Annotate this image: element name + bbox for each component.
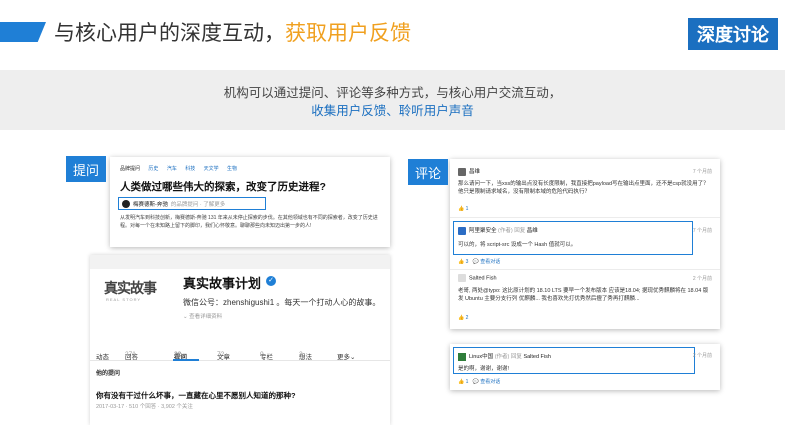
- category-item[interactable]: 天文学: [204, 166, 219, 172]
- comment-tag: 评论: [408, 159, 448, 185]
- section-badge: 深度讨论: [688, 18, 778, 50]
- tab-count: 72: [217, 351, 225, 358]
- like-icon: 👍: [458, 206, 465, 212]
- reply-time: 2 个月前: [692, 353, 712, 359]
- profile-question-meta: 2017-03-17 · 510 个回答 · 3,902 个关注: [96, 404, 193, 410]
- like-icon[interactable]: 👍: [458, 379, 464, 385]
- like-count: 1: [465, 379, 469, 385]
- comment-user: Salted Fish: [458, 274, 497, 282]
- category-list: 品牌提问 历史 汽车 科技 天文学 生物: [120, 165, 244, 172]
- user-role: (作者): [494, 354, 510, 360]
- category-item[interactable]: 历史: [148, 166, 158, 172]
- view-conversation-link[interactable]: 查看对话: [480, 379, 500, 385]
- user-name[interactable]: 阿里聚安全: [469, 228, 497, 234]
- profile-desc: 微信公号：zhenshigushi1 。每天一个打动人心的故事。: [183, 298, 381, 307]
- user-role: (作者): [498, 228, 513, 234]
- user-avatar[interactable]: [458, 167, 466, 176]
- category-item[interactable]: 生物: [227, 166, 237, 172]
- like-count: 3: [465, 259, 469, 265]
- question-body: 从发明汽车到科技创新，梅赛德斯-奔驰 131 年来从未停止探索的步伐。在其他领域…: [120, 215, 378, 229]
- reply-word: 回复: [514, 228, 526, 234]
- tab-count: 0: [260, 351, 264, 358]
- reply-user: Linux中国 (作者) 回复 Salted Fish: [458, 352, 551, 361]
- page-title-main: 与核心用户的深度互动，: [54, 21, 285, 45]
- user-name[interactable]: Salted Fish: [469, 275, 497, 281]
- author-avatar[interactable]: [122, 200, 130, 208]
- active-tab-indicator: [173, 359, 199, 361]
- reply-actions: 👍 1 💬 查看对话: [458, 378, 500, 385]
- profile-name: 真实故事计划: [183, 276, 262, 291]
- intro-line-1: 机构可以通过提问、评论等多种方式，与核心用户交流互动，: [223, 85, 562, 100]
- user-avatar[interactable]: [458, 352, 466, 361]
- profile-logo: 真实故事: [104, 281, 157, 297]
- tab-count: 271: [125, 351, 136, 358]
- author-name[interactable]: 梅赛德斯-奔驰: [133, 202, 168, 208]
- comment-user: 昌维: [458, 167, 480, 176]
- category-item[interactable]: 品牌提问: [120, 166, 140, 172]
- reply-word: 回复: [510, 354, 522, 360]
- like-count: 2: [465, 315, 469, 321]
- intro-line-2: 收集用户反馈、聆听用户声音: [311, 103, 474, 118]
- section-title: 他的提问: [96, 371, 121, 377]
- tab-count: 2: [299, 351, 303, 358]
- intro-banner: 机构可以通过提问、评论等多种方式，与核心用户交流互动， 收集用户反馈、聆听用户声…: [0, 70, 785, 130]
- question-title[interactable]: 人类做过哪些伟大的探索，改变了历史进程?: [120, 179, 326, 194]
- user-avatar[interactable]: [458, 274, 466, 282]
- category-item[interactable]: 汽车: [167, 166, 177, 172]
- author-line: 梅赛德斯-奔驰 的品牌提问 · 了解更多: [133, 200, 225, 208]
- profile-question-title[interactable]: 你有没有干过什么坏事，一直藏在心里不愿别人知道的那种?: [96, 390, 296, 401]
- divider: [450, 269, 720, 270]
- profile-more-link[interactable]: ⌄ 查看详细资料: [183, 312, 222, 320]
- view-conversation-link[interactable]: 查看对话: [480, 259, 500, 265]
- tab-count: 22: [174, 351, 182, 358]
- comment-actions: 👍 3 💬 查看对话: [458, 258, 500, 265]
- profile-card: 真实故事 REAL STORY 真实故事计划 ✓ 微信公号：zhenshigus…: [90, 255, 390, 425]
- comment-card: 昌维 7 个月前 那么请问一下，当xss的输出点没有长度限制，我直接把paylo…: [450, 159, 720, 329]
- reply-to[interactable]: 昌维: [527, 228, 538, 234]
- comment-user: 阿里聚安全 (作者) 回复 昌维: [458, 226, 538, 235]
- comment-text: 那么请问一下，当xss的输出点没有长度限制，我直接把payload写在输出点里面…: [458, 181, 709, 195]
- comment-text: 老哥, 两处@typo: 这比原计划的 18.10 LTS 要早一个发布版本 应…: [458, 288, 709, 302]
- comment-likes[interactable]: 👍 1: [458, 206, 468, 212]
- user-name[interactable]: Linux中国: [469, 354, 493, 360]
- like-count: 1: [465, 206, 469, 212]
- comment-likes[interactable]: 👍 2: [458, 315, 468, 321]
- comment-time: 7 个月前: [692, 169, 712, 175]
- conversation-icon: 💬: [472, 259, 479, 265]
- reply-card: Linux中国 (作者) 回复 Salted Fish 2 个月前 是的啊，谢谢…: [450, 344, 720, 390]
- like-icon: 👍: [458, 315, 465, 321]
- profile-logo-sub: REAL STORY: [106, 297, 142, 302]
- check-icon: ✓: [266, 276, 276, 286]
- comment-time: 7 个月前: [692, 228, 712, 234]
- page-title: 与核心用户的深度互动，获取用户反馈: [54, 17, 411, 47]
- tab-label: 更多⌄: [337, 354, 356, 361]
- user-avatar[interactable]: [458, 226, 466, 235]
- conversation-icon: 💬: [472, 379, 479, 385]
- reply-text: 是的啊，谢谢，谢谢!: [458, 366, 510, 372]
- author-highlight: 梅赛德斯-奔驰 的品牌提问 · 了解更多: [118, 197, 266, 210]
- profile-cover: [90, 255, 390, 269]
- comment-time: 2 个月前: [692, 276, 712, 282]
- profile-tabs: 动态 回答 271 提问 22 文章 72 专栏 0 想法 2 更多⌄: [90, 343, 390, 361]
- divider: [450, 217, 720, 218]
- comment-text: 可以的，将 script-src 设成一个 Hash 值就可以。: [458, 242, 577, 248]
- like-icon[interactable]: 👍: [458, 259, 464, 265]
- page-title-highlight: 获取用户反馈: [285, 21, 411, 45]
- user-name[interactable]: 昌维: [469, 169, 480, 175]
- title-accent-bar: [0, 22, 46, 42]
- tab-label: 动态: [96, 354, 109, 361]
- category-item[interactable]: 科技: [185, 166, 195, 172]
- question-tag: 提问: [66, 156, 106, 182]
- question-card: 品牌提问 历史 汽车 科技 天文学 生物 人类做过哪些伟大的探索，改变了历史进程…: [110, 157, 390, 247]
- reply-to[interactable]: Salted Fish: [523, 354, 551, 360]
- author-sub[interactable]: 的品牌提问 · 了解更多: [171, 202, 225, 208]
